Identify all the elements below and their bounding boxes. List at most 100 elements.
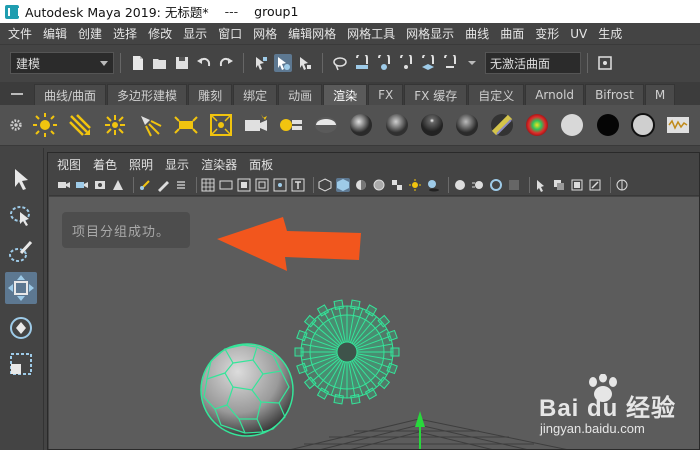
live-surface-field[interactable]: 无激活曲面	[485, 52, 581, 74]
2d-pan-zoom-icon[interactable]	[138, 178, 152, 192]
ramp-shader-icon[interactable]	[489, 111, 515, 139]
menu-surfaces[interactable]: 曲面	[500, 25, 524, 42]
smooth-shade-icon[interactable]	[336, 177, 350, 192]
bookmark-icon[interactable]	[93, 178, 107, 192]
snap-curve-icon[interactable]	[375, 54, 393, 72]
gate-mask-icon[interactable]	[237, 178, 251, 192]
move-tool-icon[interactable]	[5, 272, 37, 304]
multisample-aa-icon[interactable]	[489, 178, 503, 192]
safe-title-icon[interactable]	[291, 178, 305, 192]
spot-light-icon[interactable]	[137, 111, 163, 139]
panel-menu-panels[interactable]: 面板	[249, 156, 273, 173]
menu-select[interactable]: 选择	[113, 25, 137, 42]
tab-animation[interactable]: 动画	[278, 84, 323, 105]
chevron-down-icon[interactable]	[463, 54, 481, 72]
select-component-icon[interactable]	[296, 54, 314, 72]
xray-active-icon[interactable]	[570, 178, 584, 192]
panel-menu-show[interactable]: 显示	[165, 156, 189, 173]
menu-set-dropdown[interactable]: 建模	[10, 52, 114, 74]
new-scene-icon[interactable]	[129, 54, 147, 72]
lasso-tool-icon[interactable]	[5, 200, 37, 232]
shelf-menu-icon[interactable]	[0, 82, 34, 105]
menu-display[interactable]: 显示	[183, 25, 207, 42]
use-default-material-icon[interactable]	[354, 178, 368, 192]
use-all-lights-icon[interactable]	[408, 178, 422, 192]
shadows-icon[interactable]	[426, 178, 440, 192]
select-hierarchy-icon[interactable]	[252, 54, 270, 72]
tab-more[interactable]: M	[644, 84, 676, 105]
menu-windows[interactable]: 窗口	[218, 25, 242, 42]
camera-attributes-icon[interactable]	[75, 178, 89, 192]
camera-aim-icon[interactable]	[278, 111, 304, 139]
directional-light-icon[interactable]	[67, 111, 93, 139]
grease-pencil-icon[interactable]	[156, 178, 170, 192]
screen-space-ao-icon[interactable]	[453, 178, 467, 192]
menu-uv[interactable]: UV	[570, 27, 587, 41]
area-light-icon[interactable]	[172, 111, 198, 139]
panel-menu-shading[interactable]: 着色	[93, 156, 117, 173]
panel-menu-lighting[interactable]: 照明	[129, 156, 153, 173]
panel-menu-view[interactable]: 视图	[57, 156, 81, 173]
save-scene-icon[interactable]	[173, 54, 191, 72]
tab-sculpting[interactable]: 雕刻	[188, 84, 233, 105]
motion-blur-icon[interactable]	[471, 178, 485, 192]
safe-action-icon[interactable]	[273, 178, 287, 192]
paint-select-tool-icon[interactable]	[5, 236, 37, 268]
film-gate-icon[interactable]	[201, 178, 215, 192]
depth-of-field-icon[interactable]	[507, 178, 521, 192]
menu-curves[interactable]: 曲线	[465, 25, 489, 42]
menu-mesh-display[interactable]: 网格显示	[406, 25, 454, 42]
tab-poly-modeling[interactable]: 多边形建模	[107, 84, 188, 105]
wireframe-icon[interactable]	[318, 177, 332, 192]
lambert-shader-icon[interactable]	[313, 111, 339, 139]
menu-modify[interactable]: 修改	[148, 25, 172, 42]
menu-deform[interactable]: 变形	[535, 25, 559, 42]
redo-icon[interactable]	[217, 54, 235, 72]
select-object-icon[interactable]	[274, 54, 292, 72]
tab-fx[interactable]: FX	[368, 84, 404, 105]
menu-edit-mesh[interactable]: 编辑网格	[288, 25, 336, 42]
anisotropic-shader-icon[interactable]	[454, 111, 480, 139]
ocean-shader-icon[interactable]	[524, 111, 550, 139]
tab-arnold[interactable]: Arnold	[525, 84, 585, 105]
use-background-icon[interactable]	[595, 111, 621, 139]
phong-shader-icon[interactable]	[384, 111, 410, 139]
render-view-icon[interactable]	[665, 111, 691, 139]
isolate-select-icon[interactable]	[534, 178, 548, 192]
field-chart-icon[interactable]	[255, 178, 269, 192]
snap-grid-icon[interactable]	[353, 54, 371, 72]
menu-create[interactable]: 创建	[78, 25, 102, 42]
snap-view-plane-icon[interactable]	[419, 54, 437, 72]
undo-icon[interactable]	[195, 54, 213, 72]
layered-shader-icon[interactable]	[630, 111, 656, 139]
select-camera-icon[interactable]	[57, 178, 71, 192]
snap-live-icon[interactable]	[441, 54, 459, 72]
wireframe-on-shaded-icon[interactable]	[372, 178, 386, 192]
tab-rendering[interactable]: 渲染	[323, 84, 368, 105]
menu-file[interactable]: 文件	[8, 25, 32, 42]
surface-shader-icon[interactable]	[559, 111, 585, 139]
panel-menu-renderer[interactable]: 渲染器	[201, 156, 237, 173]
ambient-light-icon[interactable]	[32, 111, 58, 139]
xray-icon[interactable]	[552, 178, 566, 192]
phong-e-shader-icon[interactable]	[419, 111, 445, 139]
gear-icon[interactable]	[0, 118, 32, 132]
menu-mesh[interactable]: 网格	[253, 25, 277, 42]
menu-generate[interactable]: 生成	[598, 25, 622, 42]
menu-mesh-tools[interactable]: 网格工具	[347, 25, 395, 42]
textured-icon[interactable]	[390, 178, 404, 192]
camera-icon[interactable]	[243, 111, 269, 139]
tab-custom[interactable]: 自定义	[468, 84, 525, 105]
image-plane-icon[interactable]	[111, 178, 125, 192]
blinn-shader-icon[interactable]	[348, 111, 374, 139]
point-light-icon[interactable]	[102, 111, 128, 139]
tab-curves-surfaces[interactable]: 曲线/曲面	[34, 84, 107, 105]
xray-joints-icon[interactable]	[588, 178, 602, 192]
resolution-gate-icon[interactable]	[219, 178, 233, 192]
open-scene-icon[interactable]	[151, 54, 169, 72]
tab-rigging[interactable]: 绑定	[233, 84, 278, 105]
render-frame-icon[interactable]	[596, 54, 614, 72]
snap-point-icon[interactable]	[397, 54, 415, 72]
tab-bifrost[interactable]: Bifrost	[585, 84, 644, 105]
exposure-icon[interactable]	[615, 178, 629, 192]
